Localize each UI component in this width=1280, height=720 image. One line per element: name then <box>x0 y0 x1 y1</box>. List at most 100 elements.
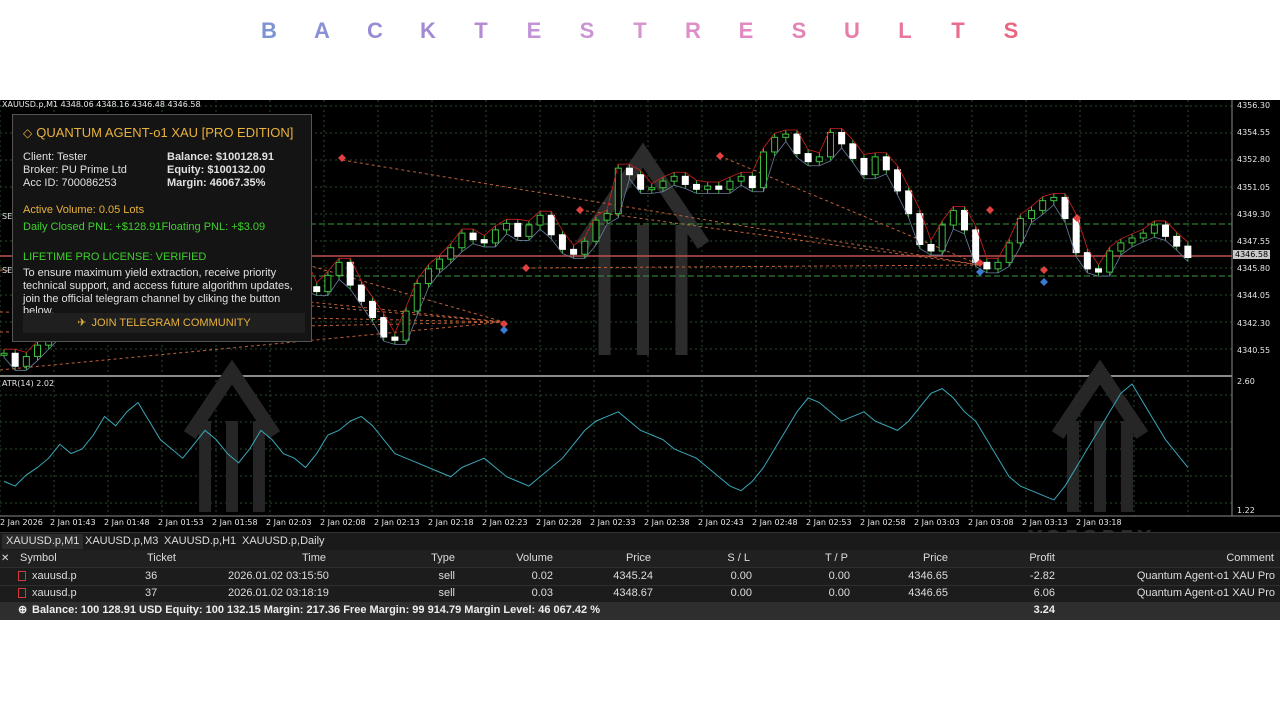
candle-body <box>994 261 1002 270</box>
margin-label: Margin: 46067.35% <box>167 177 266 189</box>
time-tick: 2 Jan 01:48 <box>104 518 150 527</box>
candle-body <box>22 356 30 367</box>
price-tick: 4352.80 <box>1237 155 1271 165</box>
row-time: 2026.01.02 03:18:19 <box>228 587 329 599</box>
candle-body <box>402 310 410 341</box>
candle-body <box>324 274 332 293</box>
candle-body <box>715 185 723 190</box>
candle-body <box>391 336 399 341</box>
row-symbol: xauusd.p <box>32 570 77 582</box>
current-price-tag: 4346.58 <box>1233 250 1271 259</box>
candle-body <box>1072 218 1080 254</box>
row-comment: Quantum Agent-o1 XAU Pro <box>1136 570 1275 582</box>
atr-tick: 1.22 <box>1237 506 1255 515</box>
chart-header: XAUUSD.p,M1 4348.06 4348.16 4346.48 4346… <box>2 100 201 109</box>
col-comment[interactable]: Comment <box>1180 550 1274 567</box>
trading-terminal: XAUUSD.p,M1 4348.06 4348.16 4346.48 4346… <box>0 100 1280 620</box>
row-tp: 0.00 <box>828 570 850 582</box>
candle-body <box>983 261 991 270</box>
time-tick: 2 Jan 02:58 <box>860 518 906 527</box>
col-symbol[interactable]: Symbol <box>20 550 57 567</box>
message-line: technical support, and access future alg… <box>23 280 293 292</box>
banner-letter: L <box>898 18 912 43</box>
candle-body <box>458 232 466 249</box>
candle-body <box>916 213 924 245</box>
side-label: SE <box>2 266 13 275</box>
time-tick: 2 Jan 01:53 <box>158 518 204 527</box>
expand-icon[interactable]: ⊕ <box>18 602 27 619</box>
candle-body <box>547 214 555 236</box>
price-chart[interactable]: XAUUSD.p,M1 4348.06 4348.16 4346.48 4346… <box>0 100 1280 550</box>
trade-marker-icon <box>576 206 584 214</box>
candle-body <box>424 268 432 284</box>
trade-marker-icon <box>976 268 984 276</box>
candle-body <box>927 243 935 252</box>
trade-marker-icon <box>1040 266 1048 274</box>
trade-marker-icon <box>500 326 508 334</box>
col-ticket[interactable]: Ticket <box>147 550 176 567</box>
banner-letter: E <box>738 18 754 43</box>
candle-body <box>436 258 444 270</box>
chart-tab[interactable]: XAUUSD.p,H1 <box>160 534 240 549</box>
col-profit[interactable]: Profit <box>1000 550 1055 567</box>
time-tick: 2 Jan 02:18 <box>428 518 474 527</box>
diamond-icon: ◇ <box>23 126 33 140</box>
panel-title: ◇ QUANTUM AGENT-o1 XAU [PRO EDITION] <box>23 125 294 140</box>
chart-tab[interactable]: XAUUSD.p,Daily <box>238 534 329 549</box>
candle-body <box>413 282 421 312</box>
candle-body <box>0 352 8 356</box>
candle-body <box>592 219 600 242</box>
chart-tab[interactable]: XAUUSD.p,M3 <box>81 534 162 549</box>
banner-letter: E <box>526 18 542 43</box>
balance-label: Balance: $100128.91 <box>167 151 275 163</box>
candle-body <box>748 175 756 189</box>
close-icon[interactable]: ✕ <box>1 550 9 567</box>
candle-body <box>447 247 455 260</box>
row-profit: 6.06 <box>1033 587 1055 599</box>
total-profit: 3.24 <box>1033 604 1055 616</box>
candle-body <box>905 190 913 215</box>
candle-body <box>893 169 901 192</box>
time-tick: 2 Jan 01:43 <box>50 518 96 527</box>
balance-summary: Balance: 100 128.91 USD Equity: 100 132.… <box>32 604 601 616</box>
price-tick: 4344.05 <box>1237 291 1271 301</box>
row-profit: -2.82 <box>1029 570 1055 582</box>
time-tick: 2 Jan 03:03 <box>914 518 960 527</box>
candle-body <box>1005 242 1013 263</box>
candle-body <box>34 344 42 358</box>
candle-body <box>614 167 622 215</box>
price-tick: 4347.55 <box>1237 237 1271 246</box>
candle-body <box>335 261 343 276</box>
row-sl: 0.00 <box>730 587 752 599</box>
atr-label: ATR(14) 2.02 <box>2 379 55 388</box>
col-price[interactable]: Price <box>600 550 651 567</box>
candle-body <box>380 317 388 338</box>
col-volume[interactable]: Volume <box>490 550 553 567</box>
price-tick: 4351.05 <box>1237 182 1271 192</box>
col-tp[interactable]: T / P <box>800 550 848 567</box>
time-tick: 2 Jan 03:08 <box>968 518 1014 527</box>
banner-letter: T <box>633 18 647 43</box>
time-tick: 2 Jan 02:48 <box>752 518 798 527</box>
banner-letter: S <box>791 18 807 43</box>
time-tick: 2 Jan 02:53 <box>806 518 852 527</box>
candle-body <box>793 133 801 155</box>
row-symbol: xauusd.p <box>32 587 77 599</box>
balance-summary-row: ⊕ Balance: 100 128.91 USD Equity: 100 13… <box>0 602 1280 620</box>
candle-body <box>558 234 566 250</box>
col-price-current[interactable]: Price <box>900 550 948 567</box>
message-line: To ensure maximum yield extraction, rece… <box>23 267 277 279</box>
col-type[interactable]: Type <box>400 550 455 567</box>
table-row[interactable]: xauusd.p 37 2026.01.02 03:18:19 sell 0.0… <box>0 585 1280 603</box>
candle-body <box>826 131 834 158</box>
col-time[interactable]: Time <box>260 550 326 567</box>
chart-tab[interactable]: XAUUSD.p,M1 <box>2 534 84 549</box>
join-telegram-button[interactable]: ✈ JOIN TELEGRAM COMMUNITY <box>23 313 305 333</box>
col-sl[interactable]: S / L <box>700 550 750 567</box>
candle-body <box>1050 196 1058 202</box>
banner-letter: B <box>261 18 277 43</box>
candle-body <box>949 209 957 226</box>
plane-icon: ✈ <box>77 317 87 329</box>
table-row[interactable]: xauusd.p 36 2026.01.02 03:15:50 sell 0.0… <box>0 568 1280 586</box>
candle-body <box>1117 242 1125 252</box>
